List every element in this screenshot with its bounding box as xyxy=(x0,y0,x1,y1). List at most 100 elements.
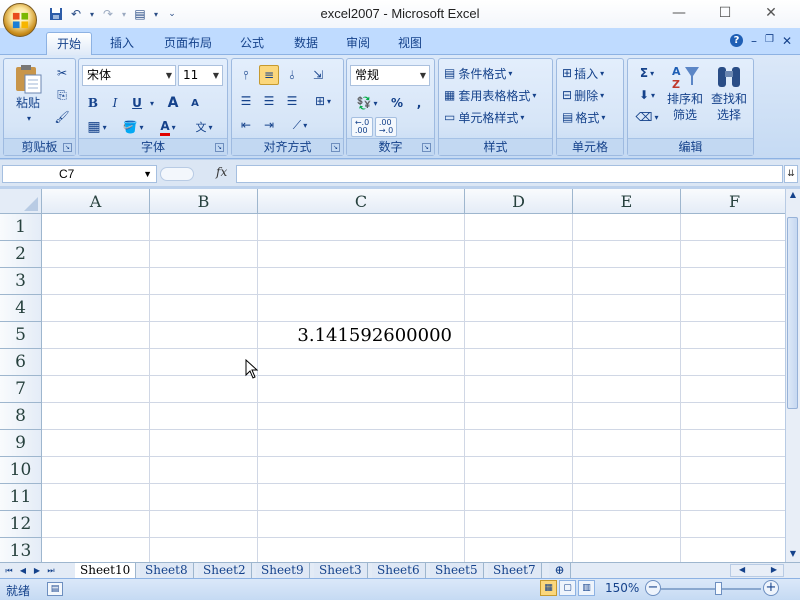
row-header-6[interactable]: 6 xyxy=(0,349,42,376)
zoom-in-icon[interactable]: + xyxy=(763,580,779,596)
phonetic-button[interactable]: 文 ▾ xyxy=(189,117,219,137)
row-header-4[interactable]: 4 xyxy=(0,295,42,322)
maximize-button[interactable]: ☐ xyxy=(702,2,748,24)
next-sheet-icon[interactable]: ▶ xyxy=(31,564,43,577)
sheet-tab-sheet3[interactable]: Sheet3 xyxy=(314,563,368,578)
borders-icon[interactable]: ▦ ▾ xyxy=(83,117,111,137)
horizontal-scrollbar[interactable]: ◀ ▶ xyxy=(730,564,784,577)
sheet-tab-sheet10[interactable]: Sheet10 xyxy=(75,563,137,578)
clipboard-launcher-icon[interactable]: ↘ xyxy=(63,143,72,152)
scroll-up-icon[interactable]: ▲ xyxy=(787,190,799,202)
tab-home[interactable]: 开始 xyxy=(46,32,93,55)
column-header-c[interactable]: C xyxy=(258,189,465,214)
scroll-left-icon[interactable]: ◀ xyxy=(739,565,745,574)
last-sheet-icon[interactable]: ⏭ xyxy=(45,564,57,577)
align-center-icon[interactable]: ☰ xyxy=(259,91,279,111)
row-header-1[interactable]: 1 xyxy=(0,214,42,241)
row-header-13[interactable]: 13 xyxy=(0,538,42,562)
sheet-tab-sheet8[interactable]: Sheet8 xyxy=(140,563,194,578)
row-header-3[interactable]: 3 xyxy=(0,268,42,295)
sheet-tab-sheet7[interactable]: Sheet7 xyxy=(488,563,542,578)
tab-page-layout[interactable]: 页面布局 xyxy=(154,32,222,55)
expand-formula-bar-icon[interactable]: ⇊ xyxy=(784,165,798,183)
scroll-right-icon[interactable]: ▶ xyxy=(771,565,777,574)
first-sheet-icon[interactable]: ⏮ xyxy=(3,564,15,577)
sheet-tab-sheet2[interactable]: Sheet2 xyxy=(198,563,252,578)
align-bottom-icon[interactable]: ⫰ xyxy=(282,65,302,85)
insert-sheet-icon[interactable]: ⊕ xyxy=(549,563,571,578)
currency-icon[interactable]: 💱 ▾ xyxy=(351,93,383,113)
tab-insert[interactable]: 插入 xyxy=(100,32,144,55)
orientation-icon[interactable]: ⟋ ▾ xyxy=(286,115,314,135)
font-launcher-icon[interactable]: ↘ xyxy=(215,143,224,152)
column-header-d[interactable]: D xyxy=(465,189,573,214)
sheet-tab-sheet6[interactable]: Sheet6 xyxy=(372,563,426,578)
row-header-11[interactable]: 11 xyxy=(0,484,42,511)
vertical-scroll-thumb[interactable] xyxy=(787,217,798,409)
fill-icon[interactable]: ⬇ ▾ xyxy=(632,85,662,105)
minimize-button[interactable]: — xyxy=(656,2,702,24)
comma-button[interactable]: , xyxy=(409,93,429,113)
formula-divider-handle[interactable] xyxy=(160,167,194,181)
tab-view[interactable]: 视图 xyxy=(388,32,432,55)
column-header-a[interactable]: A xyxy=(42,189,150,214)
align-top-icon[interactable]: ⫯ xyxy=(236,65,256,85)
percent-button[interactable]: % xyxy=(387,93,407,113)
row-header-10[interactable]: 10 xyxy=(0,457,42,484)
zoom-slider-track[interactable] xyxy=(661,588,761,590)
chevron-down-icon[interactable]: ▼ xyxy=(143,166,152,182)
shrink-font-button[interactable]: A xyxy=(185,93,205,113)
macro-record-icon[interactable]: ▤ xyxy=(47,582,63,596)
cell-c5[interactable]: 3.141592600000 xyxy=(260,325,452,346)
row-header-9[interactable]: 9 xyxy=(0,430,42,457)
increase-decimal-icon[interactable]: ←.0.00 xyxy=(351,117,373,137)
zoom-level[interactable]: 150% xyxy=(605,581,639,595)
insert-cells-button[interactable]: ⊞ 插入 ▾ xyxy=(561,63,621,83)
decrease-decimal-icon[interactable]: .00 →.0 xyxy=(375,117,397,137)
formula-input[interactable] xyxy=(236,165,783,183)
number-format-combo[interactable]: 常规 ▼ xyxy=(350,65,430,86)
bold-button[interactable]: B xyxy=(83,93,103,113)
format-as-table-button[interactable]: ▦ 套用表格格式 ▾ xyxy=(443,85,551,105)
zoom-out-icon[interactable]: − xyxy=(645,580,661,596)
decrease-indent-icon[interactable]: ⇤ xyxy=(236,115,256,135)
font-size-combo[interactable]: 11 ▼ xyxy=(178,65,223,86)
help-icon[interactable]: ? xyxy=(729,34,743,47)
paste-dropdown-icon[interactable]: ▾ xyxy=(27,111,31,127)
row-header-12[interactable]: 12 xyxy=(0,511,42,538)
ribbon-minimize-icon[interactable]: – xyxy=(751,34,757,48)
sort-filter-button[interactable]: AZ 排序和 筛选 xyxy=(664,63,706,123)
increase-indent-icon[interactable]: ⇥ xyxy=(259,115,279,135)
cut-icon[interactable]: ✂ xyxy=(52,63,72,83)
underline-button[interactable]: U xyxy=(127,93,147,113)
font-color-button[interactable]: A ▾ xyxy=(153,117,183,137)
font-name-combo[interactable]: 宋体 ▼ xyxy=(82,65,176,86)
tab-formulas[interactable]: 公式 xyxy=(230,32,274,55)
sheet-tab-sheet5[interactable]: Sheet5 xyxy=(430,563,484,578)
copy-icon[interactable]: ⎘ xyxy=(52,85,72,105)
number-launcher-icon[interactable]: ↘ xyxy=(422,143,431,152)
paste-button[interactable]: 粘贴 ▾ xyxy=(8,63,48,127)
normal-view-icon[interactable]: ▦ xyxy=(540,580,557,596)
autosum-button[interactable]: Σ ▾ xyxy=(632,63,662,83)
format-painter-icon[interactable]: 🖌 xyxy=(52,107,72,127)
column-header-b[interactable]: B xyxy=(150,189,258,214)
ribbon-close-icon[interactable]: ✕ xyxy=(782,34,792,48)
office-button[interactable] xyxy=(3,3,37,37)
column-header-e[interactable]: E xyxy=(573,189,681,214)
sheet-tab-sheet9[interactable]: Sheet9 xyxy=(256,563,310,578)
worksheet-grid[interactable]: A B C D E F 1 2 3 4 5 6 7 8 9 10 11 12 1… xyxy=(0,189,785,562)
column-header-f[interactable]: F xyxy=(681,189,785,214)
name-box[interactable]: C7 ▼ xyxy=(2,165,157,183)
merge-center-icon[interactable]: ⊞ ▾ xyxy=(308,91,338,111)
delete-cells-button[interactable]: ⊟ 删除 ▾ xyxy=(561,85,621,105)
align-right-icon[interactable]: ☰ xyxy=(282,91,302,111)
underline-dropdown-icon[interactable]: ▾ xyxy=(147,93,157,113)
page-layout-view-icon[interactable]: ▢ xyxy=(559,580,576,596)
ribbon-restore-icon[interactable]: ❐ xyxy=(765,34,774,48)
tab-review[interactable]: 审阅 xyxy=(336,32,380,55)
tab-data[interactable]: 数据 xyxy=(284,32,328,55)
prev-sheet-icon[interactable]: ◀ xyxy=(17,564,29,577)
wrap-text-icon[interactable]: ⇲ xyxy=(308,65,328,85)
alignment-launcher-icon[interactable]: ↘ xyxy=(331,143,340,152)
